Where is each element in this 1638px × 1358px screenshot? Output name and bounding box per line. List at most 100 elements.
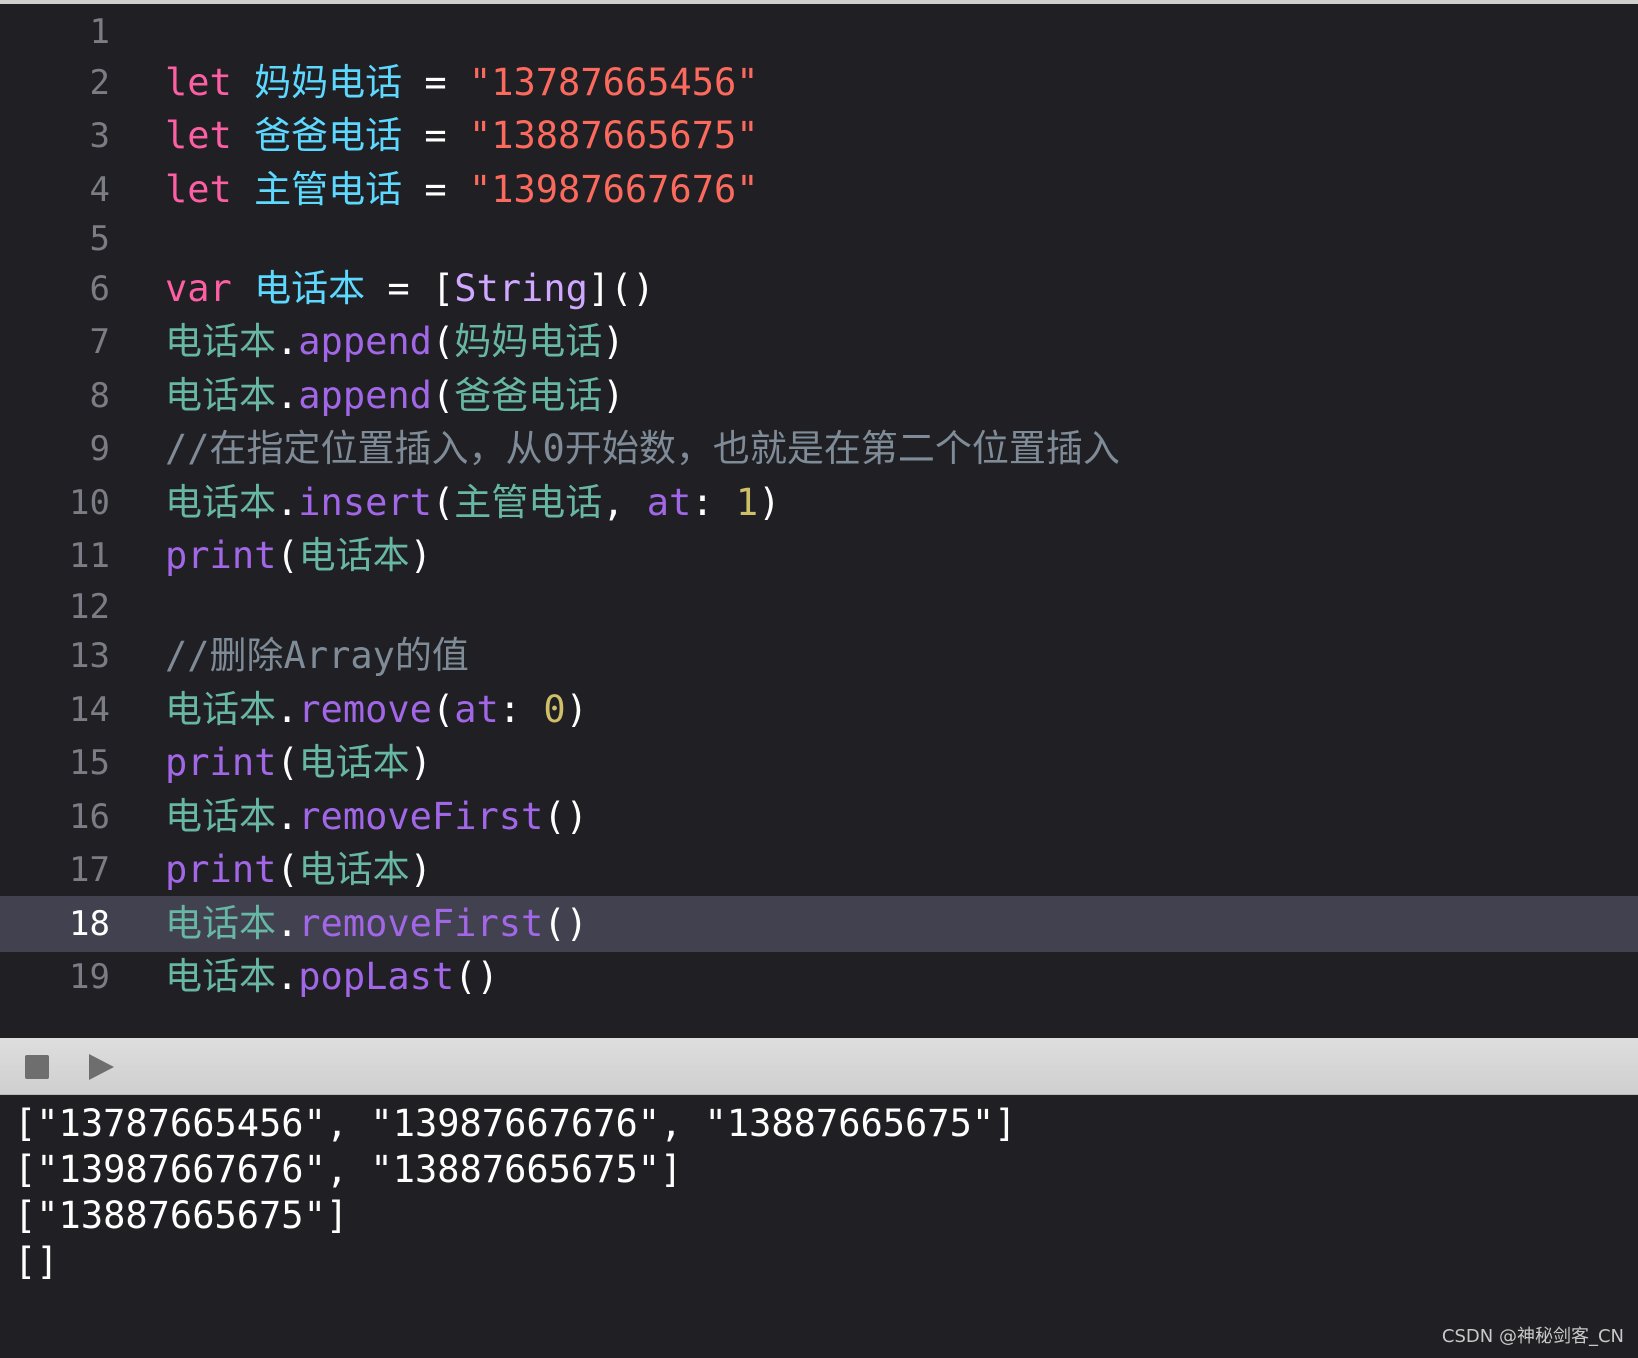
code-token: . (276, 481, 299, 524)
stop-button[interactable] (24, 1054, 50, 1080)
code-line[interactable]: 1 (0, 4, 1638, 60)
code-text: let 爸爸电话 = "13887665675" (165, 108, 759, 164)
code-line[interactable]: 13 //删除Array的值 (0, 628, 1638, 684)
code-token: at (646, 481, 692, 524)
run-button[interactable] (86, 1052, 116, 1082)
line-number: 2 (89, 63, 110, 103)
code-token: ( (431, 688, 455, 731)
code-line[interactable]: 5 (0, 211, 1638, 267)
console-line: ["13787665456", "13987667676", "13887665… (14, 1102, 1017, 1145)
line-number: 17 (69, 850, 110, 890)
console-line: [] (14, 1240, 59, 1283)
code-line[interactable]: 2 let 妈妈电话 = "13787665456" (0, 55, 1638, 111)
code-token: 妈妈电话 (254, 61, 403, 104)
code-token: 电话本 (165, 320, 276, 363)
code-token: "13887665675" (468, 114, 759, 157)
code-token: let (165, 168, 232, 211)
code-token: = (402, 61, 469, 104)
code-text: 电话本.append(妈妈电话) (165, 314, 625, 370)
code-token: String (454, 267, 588, 310)
line-number: 9 (89, 429, 110, 469)
code-token: ) (565, 688, 588, 731)
code-token: let (165, 61, 232, 104)
code-token: 电话本 (254, 267, 366, 310)
code-token: insert (298, 481, 432, 524)
console-output[interactable]: ["13787665456", "13987667676", "13887665… (0, 1095, 1638, 1358)
code-token: ( (431, 481, 455, 524)
code-token: ( (276, 848, 299, 891)
code-text: var 电话本 = [String]() (165, 261, 655, 317)
code-line[interactable]: 14 电话本.remove(at: 0) (0, 682, 1638, 738)
code-line[interactable]: 4 let 主管电话 = "13987667676" (0, 162, 1638, 218)
code-token: print (165, 741, 277, 784)
code-token: . (276, 795, 299, 838)
code-line[interactable]: 7 电话本.append(妈妈电话) (0, 314, 1638, 370)
line-number: 5 (89, 219, 110, 259)
code-text: 电话本.remove(at: 0) (165, 682, 588, 738)
code-token: 电话本 (165, 481, 276, 524)
console-line: ["13987667676", "13887665675"] (14, 1148, 683, 1191)
code-text: let 妈妈电话 = "13787665456" (165, 55, 759, 111)
line-number: 13 (69, 636, 110, 676)
code-text: 电话本.removeFirst() (165, 789, 588, 845)
code-line[interactable]: 9 //在指定位置插入，从0开始数，也就是在第二个位置插入 (0, 421, 1638, 477)
line-number: 4 (89, 170, 110, 210)
line-number: 12 (69, 587, 110, 627)
code-token: () (543, 902, 588, 945)
code-token: removeFirst (298, 902, 544, 945)
code-line[interactable]: 10 电话本.insert(主管电话, at: 1) (0, 475, 1638, 531)
code-text: let 主管电话 = "13987667676" (165, 162, 759, 218)
code-line[interactable]: 6 var 电话本 = [String]() (0, 261, 1638, 317)
code-token: 爸爸电话 (454, 374, 603, 417)
code-line[interactable]: 17 print(电话本) (0, 842, 1638, 898)
code-line[interactable]: 19 电话本.popLast() (0, 949, 1638, 1005)
code-token: ( (431, 374, 455, 417)
code-text: print(电话本) (165, 842, 432, 898)
code-token: : (691, 481, 736, 524)
code-token: . (276, 374, 299, 417)
code-token: append (298, 320, 432, 363)
line-number: 19 (69, 957, 110, 997)
console-line: ["13887665675"] (14, 1194, 349, 1237)
code-token: var (165, 267, 232, 310)
code-token: () (454, 955, 499, 998)
code-line[interactable]: 3 let 爸爸电话 = "13887665675" (0, 108, 1638, 164)
code-token: 电话本 (165, 688, 276, 731)
watermark: CSDN @神秘剑客_CN (1441, 1326, 1624, 1347)
code-token: () (543, 795, 588, 838)
code-text: //在指定位置插入，从0开始数，也就是在第二个位置插入 (165, 421, 1120, 477)
code-line[interactable]: 12 (0, 579, 1638, 635)
code-line[interactable]: 18 电话本.removeFirst() (0, 896, 1638, 952)
code-token: 0 (543, 688, 566, 731)
code-token: , (602, 481, 647, 524)
code-token: let (165, 114, 232, 157)
code-token: 电话本 (165, 955, 276, 998)
stop-icon (25, 1055, 49, 1079)
code-text: //删除Array的值 (165, 628, 469, 684)
code-token: . (276, 902, 299, 945)
code-token: ) (409, 741, 432, 784)
code-token: = (402, 114, 469, 157)
code-line[interactable]: 11 print(电话本) (0, 528, 1638, 584)
code-line[interactable]: 8 电话本.append(爸爸电话) (0, 368, 1638, 424)
code-token: popLast (298, 955, 455, 998)
line-number: 16 (69, 797, 110, 837)
code-token: 电话本 (165, 374, 276, 417)
code-token: = (402, 168, 469, 211)
code-token: print (165, 848, 277, 891)
code-text: 电话本.popLast() (165, 949, 499, 1005)
code-line[interactable]: 15 print(电话本) (0, 735, 1638, 791)
code-token: : (498, 688, 544, 731)
code-token: ) (409, 848, 432, 891)
code-line[interactable]: 16 电话本.removeFirst() (0, 789, 1638, 845)
code-text: print(电话本) (165, 735, 432, 791)
code-token: 电话本 (298, 534, 410, 577)
code-editor[interactable]: 1 2 let 妈妈电话 = "13787665456" 3 let 爸爸电话 = "1… (0, 4, 1638, 1038)
code-token: 电话本 (165, 795, 276, 838)
code-token: 主管电话 (454, 481, 603, 524)
line-number: 3 (89, 116, 110, 156)
line-number: 18 (69, 904, 110, 944)
